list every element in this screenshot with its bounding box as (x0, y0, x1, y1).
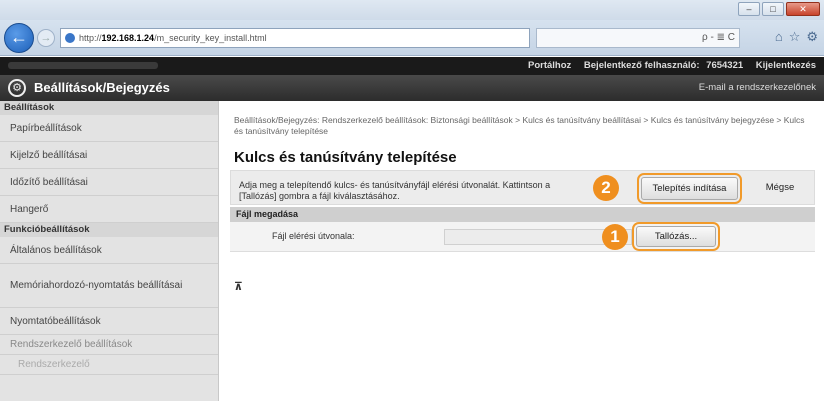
maximize-button[interactable]: □ (762, 2, 784, 16)
minimize-button[interactable]: – (738, 2, 760, 16)
search-refresh-controls[interactable]: ρ - ≣ C (536, 28, 740, 48)
browse-button[interactable]: Tallózás... (632, 222, 720, 251)
login-user-label: Bejelentkező felhasználó: (583, 60, 700, 71)
step-2-badge: 2 (593, 175, 619, 201)
sidebar-section-admin: Rendszerkezelő beállítások (0, 335, 218, 355)
portal-link[interactable]: Portálhoz (528, 60, 571, 71)
browser-navbar: ← → http://192.168.1.24/m_security_key_i… (0, 20, 824, 56)
sidebar-item-timer[interactable]: Időzítő beállításai (0, 169, 218, 196)
sidebar-item-volume[interactable]: Hangerő (0, 196, 218, 223)
app-title: Beállítások/Bejegyzés (34, 80, 170, 95)
topbar-links: Portálhoz Bejelentkező felhasználó: 7654… (518, 60, 816, 71)
login-user-id: 7654321 (706, 60, 744, 71)
window-titlebar: – □ ✕ (0, 0, 824, 20)
sidebar-item-general[interactable]: Általános beállítások (0, 237, 218, 264)
instruction-text: Adja meg a telepítendő kulcs- és tanúsít… (239, 180, 551, 201)
close-window-button[interactable]: ✕ (786, 2, 820, 16)
settings-gear-icon: ⚙ (8, 79, 26, 97)
instruction-panel: Adja meg a telepítendő kulcs- és tanúsít… (230, 170, 815, 205)
file-section-header: Fájl megadása (230, 207, 815, 222)
app-header: ⚙ Beállítások/Bejegyzés E-mail a rendsze… (0, 75, 824, 101)
star-icon[interactable]: ☆ (789, 29, 801, 45)
sidebar-item-media-print[interactable]: Memóriahordozó-nyomtatás beállításai (0, 264, 218, 308)
browser-toolbar-icons: ⌂ ☆ ⚙ (775, 29, 818, 45)
sidebar: Beállítások Papírbeállítások Kijelző beá… (0, 101, 219, 401)
logout-link[interactable]: Kijelentkezés (756, 60, 816, 71)
file-path-label: Fájl elérési útvonala: (272, 231, 355, 241)
back-arrow-icon[interactable]: ← (4, 23, 34, 53)
address-bar[interactable]: http://192.168.1.24/m_security_key_insta… (60, 28, 530, 48)
url-prefix: http:// (79, 33, 102, 43)
file-path-row: Fájl elérési útvonala: 1 Tallózás... (230, 222, 815, 252)
page-icon (65, 33, 75, 43)
device-name-blurred (8, 62, 158, 69)
url-path: /m_security_key_install.html (154, 33, 267, 43)
remote-ui-topbar: Portálhoz Bejelentkező felhasználó: 7654… (0, 57, 824, 75)
step-1-badge: 1 (602, 224, 628, 250)
url-host: 192.168.1.24 (101, 33, 155, 43)
back-to-top-icon[interactable]: ⊼ (234, 280, 243, 293)
forward-arrow-icon[interactable]: → (37, 29, 55, 47)
start-install-button[interactable]: Telepítés indítása (637, 173, 742, 204)
sidebar-item-paper[interactable]: Papírbeállítások (0, 115, 218, 142)
settings-icon[interactable]: ⚙ (806, 29, 818, 45)
breadcrumb: Beállítások/Bejegyzés: Rendszerkezelő be… (234, 115, 805, 136)
page-title: Kulcs és tanúsítvány telepítése (234, 149, 457, 166)
cancel-button[interactable]: Mégse (754, 177, 806, 200)
window-controls: – □ ✕ (738, 2, 820, 16)
sidebar-section-settings: Beállítások (0, 101, 218, 115)
sidebar-item-printer[interactable]: Nyomtatóbeállítások (0, 308, 218, 335)
sidebar-item-admin[interactable]: Rendszerkezelő (0, 355, 218, 375)
email-admin-link[interactable]: E-mail a rendszerkezelőnek (699, 82, 816, 93)
sidebar-section-functions: Funkcióbeállítások (0, 223, 218, 237)
sidebar-item-display[interactable]: Kijelző beállításai (0, 142, 218, 169)
main-content: Beállítások/Bejegyzés: Rendszerkezelő be… (220, 101, 824, 401)
home-icon[interactable]: ⌂ (775, 29, 783, 45)
